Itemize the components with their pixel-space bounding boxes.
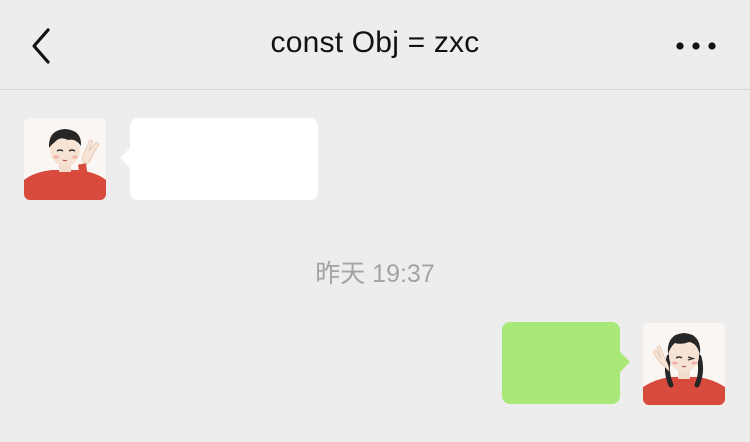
more-button[interactable]	[674, 36, 718, 56]
girl-avatar-icon	[643, 323, 725, 405]
contact-avatar[interactable]	[24, 118, 106, 200]
outgoing-message-bubble[interactable]	[502, 322, 630, 404]
more-horizontal-icon	[676, 42, 716, 50]
message-timestamp: 昨天 19:37	[315, 260, 435, 288]
self-avatar[interactable]	[643, 323, 725, 405]
incoming-message-bubble[interactable]	[120, 118, 318, 200]
boy-avatar-icon	[24, 118, 106, 200]
chat-title: const Obj = zxc	[270, 26, 480, 59]
chat-header: const Obj = zxc	[0, 0, 750, 90]
